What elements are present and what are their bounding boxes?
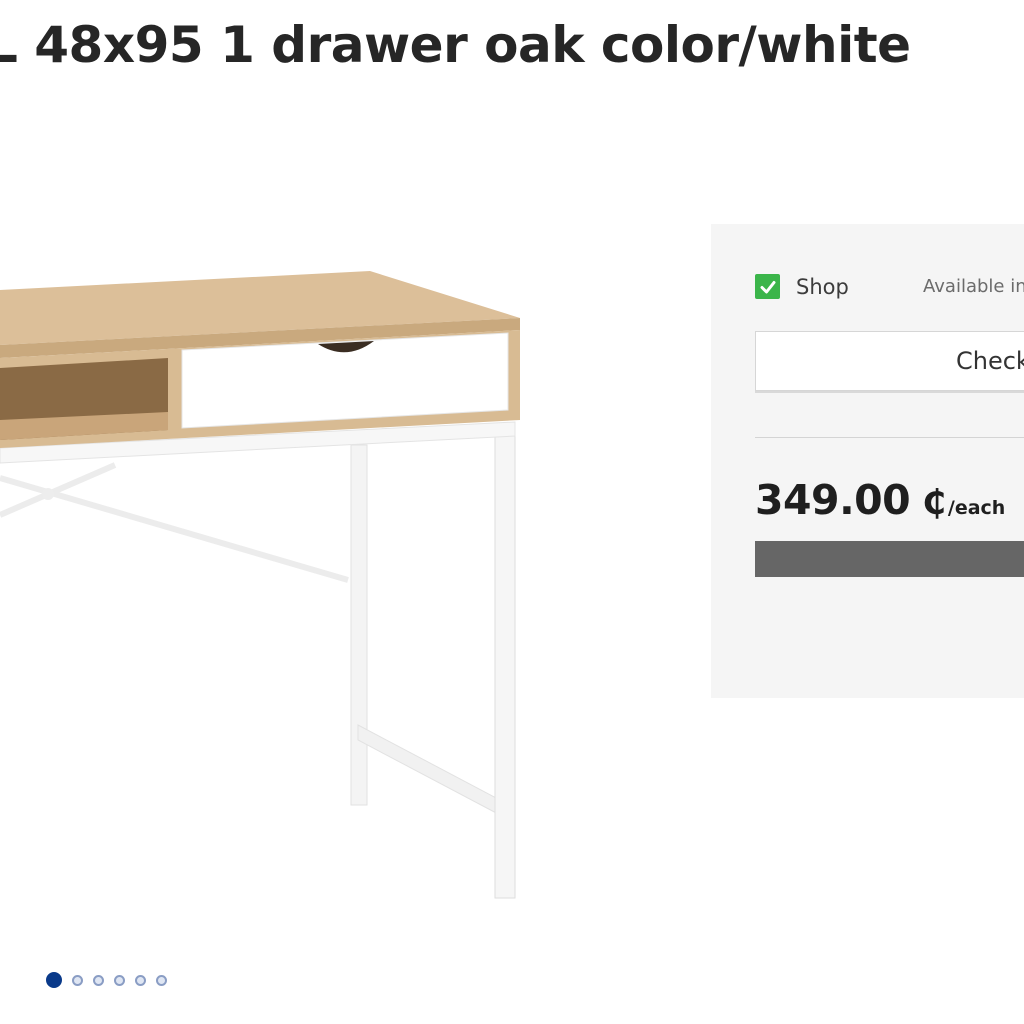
product-image-desk[interactable] <box>0 240 540 920</box>
check-availability-button[interactable]: Check <box>755 331 1024 391</box>
currency-symbol: ₵ <box>922 483 946 523</box>
carousel-dot-3[interactable] <box>93 974 104 986</box>
shop-label: Shop <box>796 274 849 299</box>
price-unit: /each <box>947 497 1006 519</box>
product-page: L 48x95 1 drawer oak color/white Shop Av… <box>0 0 1024 1024</box>
availability-status: Available in <box>923 276 1024 297</box>
shop-availability-checkbox[interactable] <box>755 274 780 299</box>
add-to-cart-button[interactable] <box>755 541 1024 577</box>
carousel-dot-6[interactable] <box>156 974 167 986</box>
carousel-dot-4[interactable] <box>114 974 125 986</box>
price-value: 349.00 <box>755 476 911 524</box>
carousel-dot-5[interactable] <box>135 974 146 986</box>
carousel-dot-2[interactable] <box>72 974 83 986</box>
panel-divider <box>755 437 1024 438</box>
checkmark-icon <box>760 280 775 293</box>
carousel-dot-1[interactable] <box>46 972 62 988</box>
product-title: L 48x95 1 drawer oak color/white <box>0 16 911 74</box>
image-carousel-indicator <box>46 972 167 988</box>
price-row: 349.00 ₵ /each <box>755 476 1005 524</box>
purchase-panel: Shop Available in Check 349.00 ₵ /each <box>711 224 1024 698</box>
availability-row: Shop Available in <box>755 274 1024 299</box>
